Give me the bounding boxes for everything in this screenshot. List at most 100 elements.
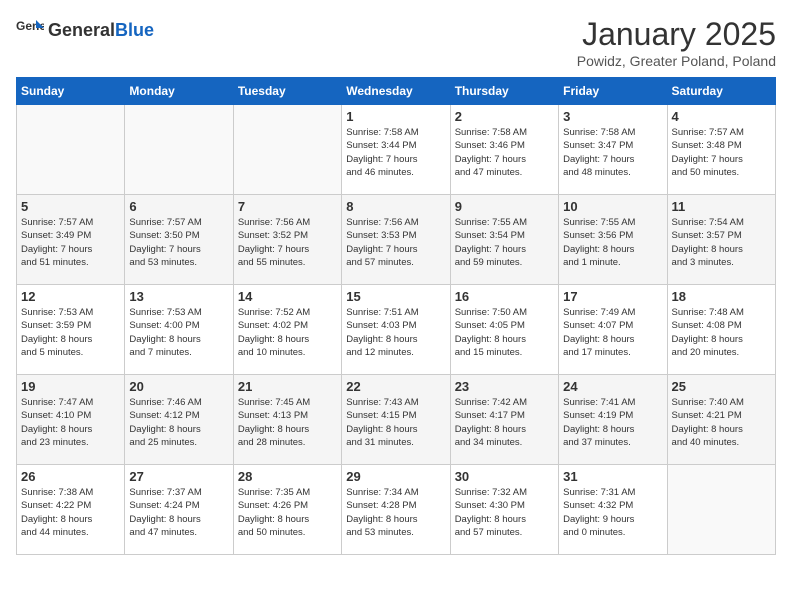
week-row-1: 5 Sunrise: 7:57 AM Sunset: 3:49 PM Daylig… bbox=[17, 195, 776, 285]
day-number: 6 bbox=[129, 199, 228, 214]
day-info: Sunrise: 7:34 AM Sunset: 4:28 PM Dayligh… bbox=[346, 486, 445, 539]
day-info: Sunrise: 7:58 AM Sunset: 3:47 PM Dayligh… bbox=[563, 126, 662, 179]
header: General GeneralBlue January 2025 Powidz,… bbox=[16, 16, 776, 69]
day-info: Sunrise: 7:31 AM Sunset: 4:32 PM Dayligh… bbox=[563, 486, 662, 539]
day-number: 21 bbox=[238, 379, 337, 394]
day-number: 29 bbox=[346, 469, 445, 484]
day-info: Sunrise: 7:57 AM Sunset: 3:48 PM Dayligh… bbox=[672, 126, 771, 179]
calendar-cell: 18Sunrise: 7:48 AM Sunset: 4:08 PM Dayli… bbox=[667, 285, 775, 375]
calendar-title: January 2025 bbox=[577, 16, 776, 53]
day-number: 12 bbox=[21, 289, 120, 304]
calendar-cell: 3Sunrise: 7:58 AM Sunset: 3:47 PM Daylig… bbox=[559, 105, 667, 195]
day-info: Sunrise: 7:50 AM Sunset: 4:05 PM Dayligh… bbox=[455, 306, 554, 359]
day-info: Sunrise: 7:57 AM Sunset: 3:50 PM Dayligh… bbox=[129, 216, 228, 269]
logo-blue: Blue bbox=[115, 20, 154, 40]
day-number: 28 bbox=[238, 469, 337, 484]
day-number: 11 bbox=[672, 199, 771, 214]
day-number: 16 bbox=[455, 289, 554, 304]
day-number: 7 bbox=[238, 199, 337, 214]
calendar-cell: 6 Sunrise: 7:57 AM Sunset: 3:50 PM Daylig… bbox=[125, 195, 233, 285]
day-info: Sunrise: 7:56 AM Sunset: 3:53 PM Dayligh… bbox=[346, 216, 445, 269]
header-row: SundayMondayTuesdayWednesdayThursdayFrid… bbox=[17, 78, 776, 105]
day-number: 14 bbox=[238, 289, 337, 304]
week-row-4: 26 Sunrise: 7:38 AM Sunset: 4:22 PM Dayli… bbox=[17, 465, 776, 555]
day-number: 26 bbox=[21, 469, 120, 484]
day-number: 20 bbox=[129, 379, 228, 394]
day-number: 13 bbox=[129, 289, 228, 304]
day-info: Sunrise: 7:57 AM Sunset: 3:49 PM Dayligh… bbox=[21, 216, 120, 269]
calendar-cell: 23Sunrise: 7:42 AM Sunset: 4:17 PM Dayli… bbox=[450, 375, 558, 465]
calendar-cell: 30Sunrise: 7:32 AM Sunset: 4:30 PM Dayli… bbox=[450, 465, 558, 555]
day-info: Sunrise: 7:43 AM Sunset: 4:15 PM Dayligh… bbox=[346, 396, 445, 449]
day-number: 15 bbox=[346, 289, 445, 304]
day-info: Sunrise: 7:55 AM Sunset: 3:54 PM Dayligh… bbox=[455, 216, 554, 269]
day-info: Sunrise: 7:51 AM Sunset: 4:03 PM Dayligh… bbox=[346, 306, 445, 359]
calendar-table: SundayMondayTuesdayWednesdayThursdayFrid… bbox=[16, 77, 776, 555]
day-number: 19 bbox=[21, 379, 120, 394]
day-info: Sunrise: 7:35 AM Sunset: 4:26 PM Dayligh… bbox=[238, 486, 337, 539]
day-info: Sunrise: 7:32 AM Sunset: 4:30 PM Dayligh… bbox=[455, 486, 554, 539]
day-number: 17 bbox=[563, 289, 662, 304]
calendar-cell: 5 Sunrise: 7:57 AM Sunset: 3:49 PM Daylig… bbox=[17, 195, 125, 285]
day-number: 24 bbox=[563, 379, 662, 394]
calendar-cell: 8 Sunrise: 7:56 AM Sunset: 3:53 PM Daylig… bbox=[342, 195, 450, 285]
calendar-cell: 25Sunrise: 7:40 AM Sunset: 4:21 PM Dayli… bbox=[667, 375, 775, 465]
day-info: Sunrise: 7:53 AM Sunset: 3:59 PM Dayligh… bbox=[21, 306, 120, 359]
day-info: Sunrise: 7:58 AM Sunset: 3:46 PM Dayligh… bbox=[455, 126, 554, 179]
day-info: Sunrise: 7:52 AM Sunset: 4:02 PM Dayligh… bbox=[238, 306, 337, 359]
day-info: Sunrise: 7:47 AM Sunset: 4:10 PM Dayligh… bbox=[21, 396, 120, 449]
calendar-cell: 19 Sunrise: 7:47 AM Sunset: 4:10 PM Dayli… bbox=[17, 375, 125, 465]
day-info: Sunrise: 7:58 AM Sunset: 3:44 PM Dayligh… bbox=[346, 126, 445, 179]
calendar-cell: 1 Sunrise: 7:58 AM Sunset: 3:44 PM Daylig… bbox=[342, 105, 450, 195]
calendar-cell bbox=[667, 465, 775, 555]
calendar-cell: 4 Sunrise: 7:57 AM Sunset: 3:48 PM Daylig… bbox=[667, 105, 775, 195]
col-header-friday: Friday bbox=[559, 78, 667, 105]
week-row-2: 12 Sunrise: 7:53 AM Sunset: 3:59 PM Dayli… bbox=[17, 285, 776, 375]
calendar-cell: 12 Sunrise: 7:53 AM Sunset: 3:59 PM Dayli… bbox=[17, 285, 125, 375]
calendar-cell: 26 Sunrise: 7:38 AM Sunset: 4:22 PM Dayli… bbox=[17, 465, 125, 555]
title-area: January 2025 Powidz, Greater Poland, Pol… bbox=[577, 16, 776, 69]
logo: General GeneralBlue bbox=[16, 16, 154, 44]
calendar-cell: 15 Sunrise: 7:51 AM Sunset: 4:03 PM Dayli… bbox=[342, 285, 450, 375]
day-info: Sunrise: 7:53 AM Sunset: 4:00 PM Dayligh… bbox=[129, 306, 228, 359]
day-number: 1 bbox=[346, 109, 445, 124]
day-info: Sunrise: 7:46 AM Sunset: 4:12 PM Dayligh… bbox=[129, 396, 228, 449]
calendar-cell: 7 Sunrise: 7:56 AM Sunset: 3:52 PM Daylig… bbox=[233, 195, 341, 285]
calendar-cell: 31 Sunrise: 7:31 AM Sunset: 4:32 PM Dayli… bbox=[559, 465, 667, 555]
week-row-3: 19 Sunrise: 7:47 AM Sunset: 4:10 PM Dayli… bbox=[17, 375, 776, 465]
day-number: 31 bbox=[563, 469, 662, 484]
logo-general: General bbox=[48, 20, 115, 40]
col-header-monday: Monday bbox=[125, 78, 233, 105]
calendar-cell: 9 Sunrise: 7:55 AM Sunset: 3:54 PM Daylig… bbox=[450, 195, 558, 285]
col-header-saturday: Saturday bbox=[667, 78, 775, 105]
week-row-0: 1 Sunrise: 7:58 AM Sunset: 3:44 PM Daylig… bbox=[17, 105, 776, 195]
day-info: Sunrise: 7:37 AM Sunset: 4:24 PM Dayligh… bbox=[129, 486, 228, 539]
day-number: 5 bbox=[21, 199, 120, 214]
calendar-cell: 16 Sunrise: 7:50 AM Sunset: 4:05 PM Dayli… bbox=[450, 285, 558, 375]
col-header-thursday: Thursday bbox=[450, 78, 558, 105]
calendar-cell: 29 Sunrise: 7:34 AM Sunset: 4:28 PM Dayli… bbox=[342, 465, 450, 555]
day-number: 10 bbox=[563, 199, 662, 214]
calendar-cell: 24Sunrise: 7:41 AM Sunset: 4:19 PM Dayli… bbox=[559, 375, 667, 465]
day-number: 4 bbox=[672, 109, 771, 124]
day-number: 9 bbox=[455, 199, 554, 214]
col-header-wednesday: Wednesday bbox=[342, 78, 450, 105]
day-number: 2 bbox=[455, 109, 554, 124]
day-number: 8 bbox=[346, 199, 445, 214]
day-number: 27 bbox=[129, 469, 228, 484]
calendar-cell: 17Sunrise: 7:49 AM Sunset: 4:07 PM Dayli… bbox=[559, 285, 667, 375]
day-info: Sunrise: 7:38 AM Sunset: 4:22 PM Dayligh… bbox=[21, 486, 120, 539]
logo-icon: General bbox=[16, 16, 44, 44]
calendar-cell bbox=[125, 105, 233, 195]
day-info: Sunrise: 7:56 AM Sunset: 3:52 PM Dayligh… bbox=[238, 216, 337, 269]
calendar-cell: 28 Sunrise: 7:35 AM Sunset: 4:26 PM Dayli… bbox=[233, 465, 341, 555]
calendar-cell: 27 Sunrise: 7:37 AM Sunset: 4:24 PM Dayli… bbox=[125, 465, 233, 555]
calendar-cell: 21Sunrise: 7:45 AM Sunset: 4:13 PM Dayli… bbox=[233, 375, 341, 465]
calendar-subtitle: Powidz, Greater Poland, Poland bbox=[577, 53, 776, 69]
calendar-cell: 22Sunrise: 7:43 AM Sunset: 4:15 PM Dayli… bbox=[342, 375, 450, 465]
calendar-cell: 13 Sunrise: 7:53 AM Sunset: 4:00 PM Dayli… bbox=[125, 285, 233, 375]
day-info: Sunrise: 7:55 AM Sunset: 3:56 PM Dayligh… bbox=[563, 216, 662, 269]
calendar-cell: 11Sunrise: 7:54 AM Sunset: 3:57 PM Dayli… bbox=[667, 195, 775, 285]
calendar-cell: 2 Sunrise: 7:58 AM Sunset: 3:46 PM Daylig… bbox=[450, 105, 558, 195]
col-header-tuesday: Tuesday bbox=[233, 78, 341, 105]
